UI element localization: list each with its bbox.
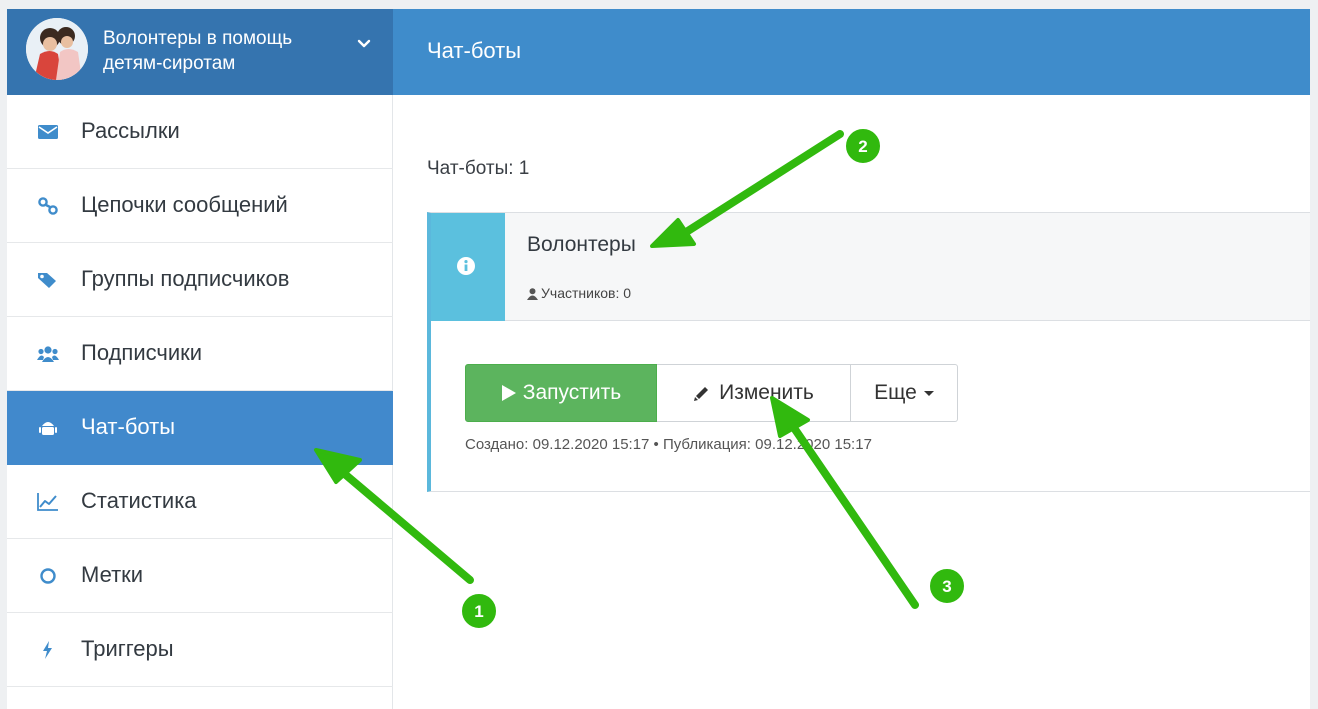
user-icon xyxy=(527,288,538,300)
sidebar-item-triggers[interactable]: Триггеры xyxy=(7,613,393,687)
users-icon xyxy=(37,346,59,362)
pencil-icon xyxy=(694,387,709,401)
envelope-icon xyxy=(38,125,58,139)
more-button-label: Еще xyxy=(874,381,917,404)
chatbot-count: Чат-боты: 1 xyxy=(427,158,530,179)
chatbot-card-header: Волонтеры Участников: 0 xyxy=(431,213,1310,321)
chatbot-dates: Создано: 09.12.2020 15:17 • Публикация: … xyxy=(465,436,872,453)
members-text: Участников: 0 xyxy=(541,285,632,301)
tags-icon xyxy=(38,273,56,288)
top-header: Волонтеры в помощь детям-сиротам Чат-бот… xyxy=(7,9,1310,95)
edit-button[interactable]: Изменить xyxy=(657,364,851,422)
sidebar-item-chatbots[interactable]: Чат-боты xyxy=(7,391,393,465)
more-dropdown-button[interactable]: Еще xyxy=(851,364,958,422)
android-icon xyxy=(39,422,57,435)
sidebar-item-label: Триггеры xyxy=(81,636,174,661)
members-count: Участников: 0 xyxy=(527,283,631,303)
sidebar-item-mailings[interactable]: Рассылки xyxy=(7,95,393,169)
play-icon xyxy=(501,385,516,401)
info-icon xyxy=(457,257,475,275)
chatbot-card: Волонтеры Участников: 0 Запустить Измени… xyxy=(427,212,1310,492)
workspace-switcher[interactable]: Волонтеры в помощь детям-сиротам xyxy=(7,9,393,95)
run-button[interactable]: Запустить xyxy=(465,364,657,422)
sidebar-item-label: Подписчики xyxy=(81,340,203,365)
main-content: Чат-боты: 1 Волонтеры Участников: 0 Запу… xyxy=(393,95,1310,709)
caret-down-icon xyxy=(923,390,934,396)
sidebar-item-tags[interactable]: Метки xyxy=(7,539,393,613)
sidebar-item-subscribers[interactable]: Подписчики xyxy=(7,317,393,391)
chatbot-name[interactable]: Волонтеры xyxy=(527,230,636,260)
bolt-icon xyxy=(43,641,52,659)
sidebar-item-label: Чат-боты xyxy=(81,414,176,439)
run-button-label: Запустить xyxy=(522,381,622,404)
sidebar-item-label: Цепочки сообщений xyxy=(81,192,288,217)
sidebar-item-label: Группы подписчиков xyxy=(81,266,290,291)
chatbot-actions: Запустить Изменить Еще xyxy=(465,364,958,422)
sidebar-item-label: Статистика xyxy=(81,488,197,513)
sidebar-item-label: Рассылки xyxy=(81,118,180,143)
sidebar-item-statistics[interactable]: Статистика xyxy=(7,465,393,539)
chevron-down-icon[interactable] xyxy=(355,35,373,53)
circle-icon xyxy=(40,568,56,584)
app-window: Волонтеры в помощь детям-сиротам Чат-бот… xyxy=(7,9,1310,709)
page-title: Чат-боты xyxy=(427,38,522,63)
edit-button-label: Изменить xyxy=(719,381,814,404)
workspace-name: Волонтеры в помощь детям-сиротам xyxy=(103,28,293,74)
line-chart-icon xyxy=(37,493,58,511)
sidebar-item-groups[interactable]: Группы подписчиков xyxy=(7,243,393,317)
info-strip[interactable] xyxy=(431,213,505,321)
sidebar-nav: Рассылки Цепочки сообщений Группы подпис… xyxy=(7,95,393,709)
workspace-avatar xyxy=(26,18,88,80)
sidebar-item-label: Метки xyxy=(81,562,144,587)
chain-icon xyxy=(38,197,58,215)
sidebar-item-chains[interactable]: Цепочки сообщений xyxy=(7,169,393,243)
